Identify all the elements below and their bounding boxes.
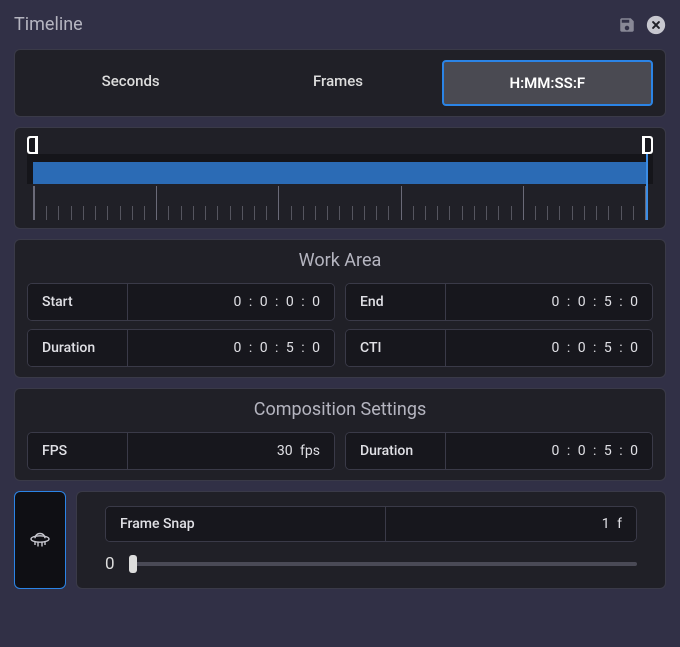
end-value[interactable]: 0 : 0 : 5 : 0 bbox=[446, 284, 652, 320]
frame-snap-slider-display: 0 bbox=[105, 554, 121, 574]
comp-duration-value[interactable]: 0 : 0 : 5 : 0 bbox=[446, 433, 652, 469]
tab-seconds[interactable]: Seconds bbox=[27, 60, 234, 106]
fps-value[interactable]: 30 fps bbox=[128, 433, 334, 469]
duration-value[interactable]: 0 : 0 : 5 : 0 bbox=[128, 330, 334, 366]
cti-label: CTI bbox=[346, 330, 446, 366]
comp-duration-field[interactable]: Duration 0 : 0 : 5 : 0 bbox=[345, 432, 653, 470]
duration-field[interactable]: Duration 0 : 0 : 5 : 0 bbox=[27, 329, 335, 367]
work-area-title: Work Area bbox=[27, 250, 653, 271]
tab-frames[interactable]: Frames bbox=[234, 60, 441, 106]
start-field[interactable]: Start 0 : 0 : 0 : 0 bbox=[27, 283, 335, 321]
composition-section: Composition Settings FPS 30 fps Duration… bbox=[14, 388, 666, 481]
timeline-scrubber[interactable] bbox=[14, 127, 666, 229]
comp-duration-label: Duration bbox=[346, 433, 446, 469]
tab-hmmssf[interactable]: H:MM:SS:F bbox=[442, 60, 653, 106]
cti-field[interactable]: CTI 0 : 0 : 5 : 0 bbox=[345, 329, 653, 367]
cti-value[interactable]: 0 : 0 : 5 : 0 bbox=[446, 330, 652, 366]
end-field[interactable]: End 0 : 0 : 5 : 0 bbox=[345, 283, 653, 321]
start-value[interactable]: 0 : 0 : 0 : 0 bbox=[128, 284, 334, 320]
frame-snap-slider-thumb[interactable] bbox=[129, 555, 137, 573]
scrubber-cti[interactable] bbox=[646, 154, 648, 220]
frame-snap-field[interactable]: Frame Snap 1 f bbox=[105, 506, 637, 542]
frame-snap-label: Frame Snap bbox=[106, 507, 386, 541]
frame-snap-section: Frame Snap 1 f 0 bbox=[76, 491, 666, 589]
fps-label: FPS bbox=[28, 433, 128, 469]
start-label: Start bbox=[28, 284, 128, 320]
save-icon[interactable] bbox=[618, 16, 636, 34]
duration-label: Duration bbox=[28, 330, 128, 366]
frame-snap-slider[interactable] bbox=[133, 562, 637, 566]
format-tabs: Seconds Frames H:MM:SS:F bbox=[14, 49, 666, 117]
fps-field[interactable]: FPS 30 fps bbox=[27, 432, 335, 470]
scrubber-handle-end[interactable] bbox=[642, 136, 653, 154]
end-label: End bbox=[346, 284, 446, 320]
ufo-icon bbox=[28, 528, 52, 552]
panel-title: Timeline bbox=[14, 14, 83, 35]
scrubber-work-range[interactable] bbox=[33, 162, 647, 184]
frame-snap-value[interactable]: 1 f bbox=[386, 507, 636, 541]
scrubber-ticks bbox=[33, 186, 647, 220]
composition-title: Composition Settings bbox=[27, 399, 653, 420]
close-icon[interactable] bbox=[646, 15, 666, 35]
snap-mode-button[interactable] bbox=[14, 491, 66, 589]
work-area-section: Work Area Start 0 : 0 : 0 : 0 End 0 : 0 … bbox=[14, 239, 666, 378]
scrubber-handle-start[interactable] bbox=[27, 136, 38, 154]
